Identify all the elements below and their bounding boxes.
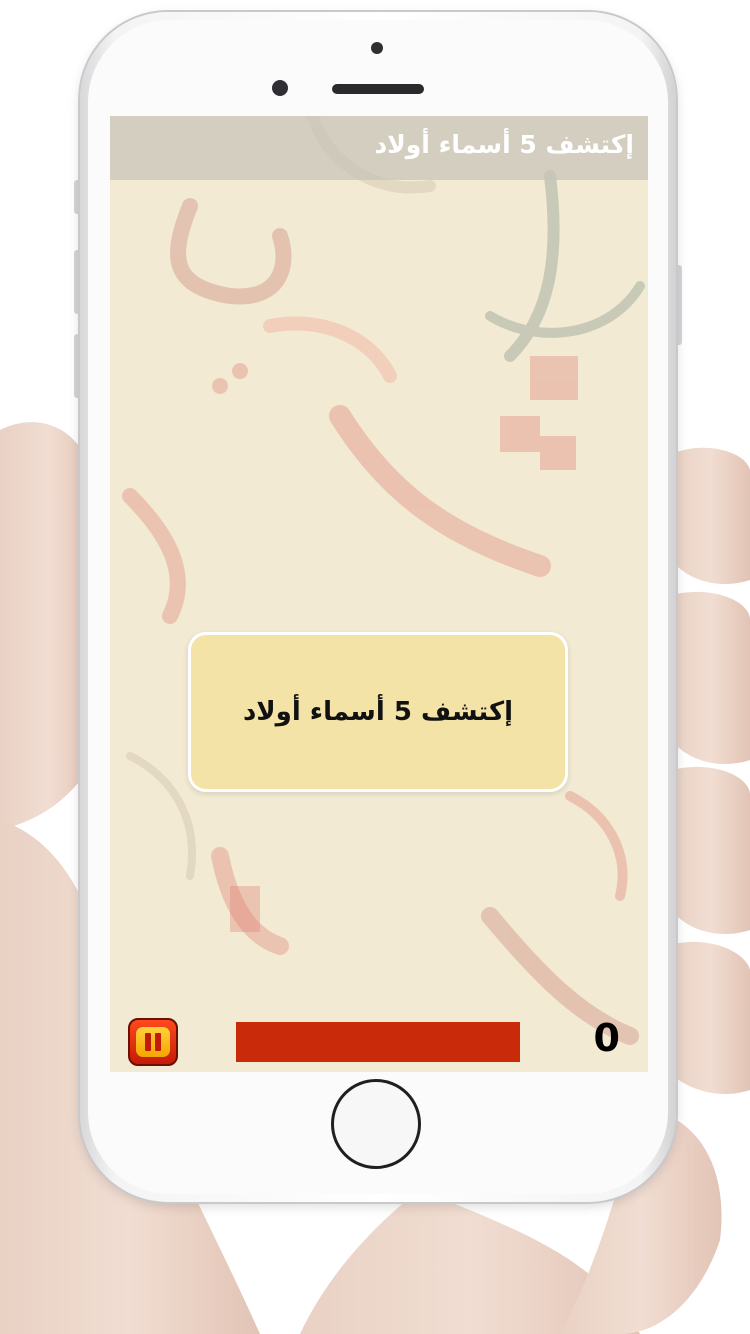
- page-title: إكتشف 5 أسماء أولاد: [374, 130, 634, 159]
- task-card: إكتشف 5 أسماء أولاد: [188, 632, 568, 792]
- pause-icon-bar-left: [145, 1033, 151, 1051]
- pause-icon: [136, 1027, 170, 1057]
- timer-bar: [236, 1022, 520, 1062]
- front-camera-icon: [272, 80, 288, 96]
- proximity-sensor: [371, 42, 383, 54]
- score-counter: 0: [593, 1016, 620, 1060]
- pause-icon-bar-right: [155, 1033, 161, 1051]
- task-text: إكتشف 5 أسماء أولاد: [242, 697, 514, 727]
- home-button[interactable]: [331, 1079, 421, 1169]
- arabic-letters-background: [122, 116, 645, 1045]
- game-screen: إكتشف 5 أسماء أولاد إكتشف 5 أسماء أولاد …: [110, 116, 648, 1072]
- power-button: [676, 265, 682, 345]
- title-bar: إكتشف 5 أسماء أولاد: [110, 116, 648, 180]
- earpiece-speaker: [332, 84, 424, 94]
- pause-button[interactable]: [128, 1018, 178, 1066]
- timer-fill: [236, 1022, 520, 1062]
